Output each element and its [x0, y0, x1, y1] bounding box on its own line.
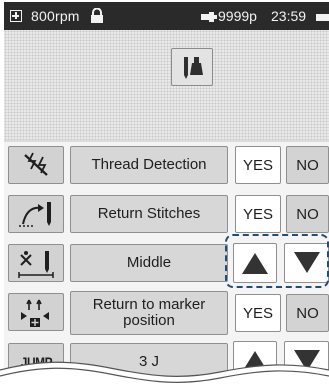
- presser-foot-icon: [184, 57, 203, 79]
- thread-detection-yes-button[interactable]: YES: [235, 146, 281, 184]
- return-stitches-no-button[interactable]: NO: [286, 195, 329, 233]
- thread-detection-icon-button[interactable]: [8, 146, 64, 184]
- needle-position-label: Middle: [70, 244, 228, 282]
- return-to-marker-no-button[interactable]: NO: [286, 294, 329, 332]
- return-to-marker-yes-button[interactable]: YES: [235, 294, 281, 332]
- return-stitches-icon-button[interactable]: [8, 195, 64, 233]
- return-stitches-label: Return Stitches: [70, 195, 228, 233]
- stitch-counter: 9999p: [218, 8, 257, 24]
- return-stitches-yes-button[interactable]: YES: [235, 195, 281, 233]
- return-to-marker-icon: [21, 299, 49, 327]
- presser-foot-button[interactable]: [171, 48, 213, 86]
- thread-detection-icon: [24, 152, 48, 176]
- embroidery-machine-screen: 800rpm 9999p 23:59 Thread Detection YES …: [0, 0, 329, 392]
- return-stitches-icon: [19, 202, 51, 227]
- battery-icon: [316, 14, 329, 21]
- needle-stop-position-icon-button[interactable]: [8, 244, 64, 282]
- thread-detection-no-button[interactable]: NO: [286, 146, 329, 184]
- return-to-marker-label: Return to marker position: [70, 291, 228, 335]
- thread-detection-label: Thread Detection: [70, 146, 228, 184]
- bobbin-icon: [201, 12, 217, 22]
- needle-stop-position-icon: [18, 251, 54, 278]
- lock-icon: [91, 8, 103, 23]
- speed-readout: 800rpm: [31, 8, 80, 24]
- torn-edge-decoration: [0, 361, 329, 392]
- highlight-dashed-box: [225, 234, 329, 288]
- clock: 23:59: [271, 8, 307, 24]
- status-bar: 800rpm 9999p 23:59: [4, 2, 329, 30]
- menu-icon[interactable]: [10, 10, 22, 22]
- header-area: [4, 30, 329, 140]
- return-to-marker-icon-button[interactable]: [8, 293, 64, 331]
